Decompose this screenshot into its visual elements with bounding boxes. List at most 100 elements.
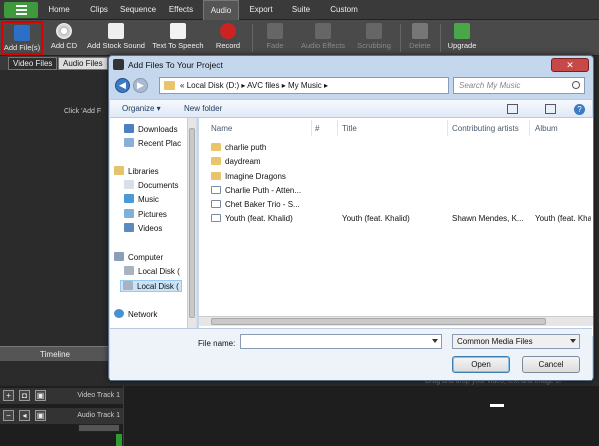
fade-button[interactable]: Fade [258,21,292,55]
ribbon-separator [252,24,253,52]
add-stock-sound-label: Add Stock Sound [87,41,145,50]
lock-icon[interactable]: ▣ [35,410,46,421]
file-row[interactable]: daydream [199,156,593,170]
fade-label: Fade [266,41,284,50]
timeline-clip-marker[interactable] [490,404,504,407]
lock-icon[interactable]: ▣ [35,390,46,401]
tab-audio[interactable]: Audio [203,0,239,20]
hamburger-menu-icon[interactable] [4,2,38,18]
cancel-button[interactable]: Cancel [522,356,580,373]
scrollbar-thumb[interactable] [211,318,546,325]
breadcrumb-separator[interactable]: ▸ [324,81,328,90]
file-list-scrollbar[interactable] [199,316,593,326]
file-row[interactable]: Charlie Puth - Atten... [199,185,593,199]
address-bar[interactable]: « Local Disk (D:) ▸ AVC files ▸ My Music… [159,77,449,94]
upgrade-button[interactable]: Upgrade [444,21,480,55]
libraries-icon [114,166,124,175]
add-files-button[interactable]: Add File(s) [1,21,43,55]
file-row[interactable]: Imagine Dragons [199,171,593,185]
close-button[interactable]: ✕ [551,58,589,72]
file-row[interactable]: Youth (feat. Khalid) Youth (feat. Khalid… [199,213,593,227]
column-title[interactable]: Title [342,124,357,133]
help-icon[interactable]: ? [574,104,585,115]
fade-icon [267,23,283,39]
nav-item-network[interactable]: Network [114,309,157,319]
column-divider[interactable] [529,120,530,136]
nav-item-documents[interactable]: Documents [124,180,178,190]
nav-item-libraries[interactable]: Libraries [114,166,159,176]
open-button[interactable]: Open [452,356,510,373]
new-folder-button[interactable]: New folder [184,104,222,113]
preview-pane-icon[interactable] [545,104,556,114]
command-bar: Organize ▾ New folder ? [110,99,592,118]
tab-sequence[interactable]: Sequence [118,0,158,20]
nav-item-pictures[interactable]: Pictures [124,209,167,219]
audio-effects-button[interactable]: Audio Effects [296,21,350,55]
file-name-input[interactable] [240,334,442,349]
column-divider[interactable] [311,120,312,136]
column-album[interactable]: Album [535,124,558,133]
video-track-label: Video Track 1 [77,392,120,399]
add-track-icon[interactable]: + [3,390,14,401]
tab-custom[interactable]: Custom [326,0,362,20]
file-type-select[interactable]: Common Media Files [452,334,580,349]
file-type-value: Common Media Files [457,337,533,346]
nav-item-downloads[interactable]: Downloads [124,124,178,134]
nav-item-videos[interactable]: Videos [124,223,162,233]
audio-track-label: Audio Track 1 [77,412,120,419]
nav-item-music[interactable]: Music [124,194,159,204]
delete-button[interactable]: Delete [404,21,436,55]
nav-item-recent-places[interactable]: Recent Plac [124,138,181,148]
tab-home[interactable]: Home [44,0,74,20]
chevron-down-icon[interactable] [432,339,438,343]
column-name[interactable]: Name [211,124,232,133]
column-divider[interactable] [447,120,448,136]
add-stock-sound-button[interactable]: Add Stock Sound [86,21,146,55]
nav-item-local-disk[interactable]: Local Disk ( [124,266,180,276]
record-button[interactable]: Record [212,21,244,55]
column-divider[interactable] [337,120,338,136]
tab-suite[interactable]: Suite [284,0,318,20]
text-to-speech-button[interactable]: Text To Speech [150,21,206,55]
organize-button[interactable]: Organize ▾ [122,104,161,113]
network-icon [114,309,124,318]
drive-icon [124,266,134,275]
breadcrumb-avc-files[interactable]: AVC files [247,81,279,90]
ribbon-separator [440,24,441,52]
file-row[interactable]: Chet Baker Trio - S... [199,199,593,213]
scrubbing-label: Scrubbing [357,41,391,50]
column-number[interactable]: # [315,124,319,133]
playhead[interactable] [123,386,124,446]
column-contributing-artists[interactable]: Contributing artists [452,124,519,133]
tab-clips[interactable]: Clips [84,0,114,20]
search-input[interactable]: Search My Music [453,77,585,94]
file-row[interactable]: charlie puth [199,142,593,156]
tab-effects[interactable]: Effects [164,0,198,20]
add-cd-button[interactable]: Add CD [47,21,81,55]
stock-sound-icon [108,23,124,39]
nav-item-computer[interactable]: Computer [114,252,163,262]
navigation-pane: Downloads Recent Plac Libraries Document… [110,118,197,336]
tab-video-files[interactable]: Video Files [8,57,58,70]
breadcrumb-overflow[interactable]: « [180,81,184,90]
nav-scrollbar[interactable] [187,118,196,328]
remove-track-icon[interactable]: − [3,410,14,421]
view-options-icon[interactable] [507,104,518,114]
scrollbar-thumb[interactable] [189,128,195,318]
audio-level-slider[interactable] [78,424,120,432]
breadcrumb-my-music[interactable]: My Music [288,81,322,90]
forward-button[interactable]: ▶ [133,78,148,93]
nav-item-local-disk-selected[interactable]: Local Disk ( [120,280,182,292]
delete-icon [412,23,428,39]
back-button[interactable]: ◀ [115,78,130,93]
chevron-down-icon[interactable] [570,339,576,343]
scrubbing-button[interactable]: Scrubbing [354,21,394,55]
breadcrumb-local-disk[interactable]: Local Disk (D:) [187,81,239,90]
scrubbing-icon [366,23,382,39]
tab-export[interactable]: Export [244,0,278,20]
tab-audio-files[interactable]: Audio Files [58,57,108,70]
tab-timeline[interactable]: Timeline [0,346,110,361]
speaker-icon[interactable]: ◂ [19,410,30,421]
file-album: Youth (feat. Khalid) [535,214,591,223]
camera-icon[interactable]: ◘ [19,390,30,401]
